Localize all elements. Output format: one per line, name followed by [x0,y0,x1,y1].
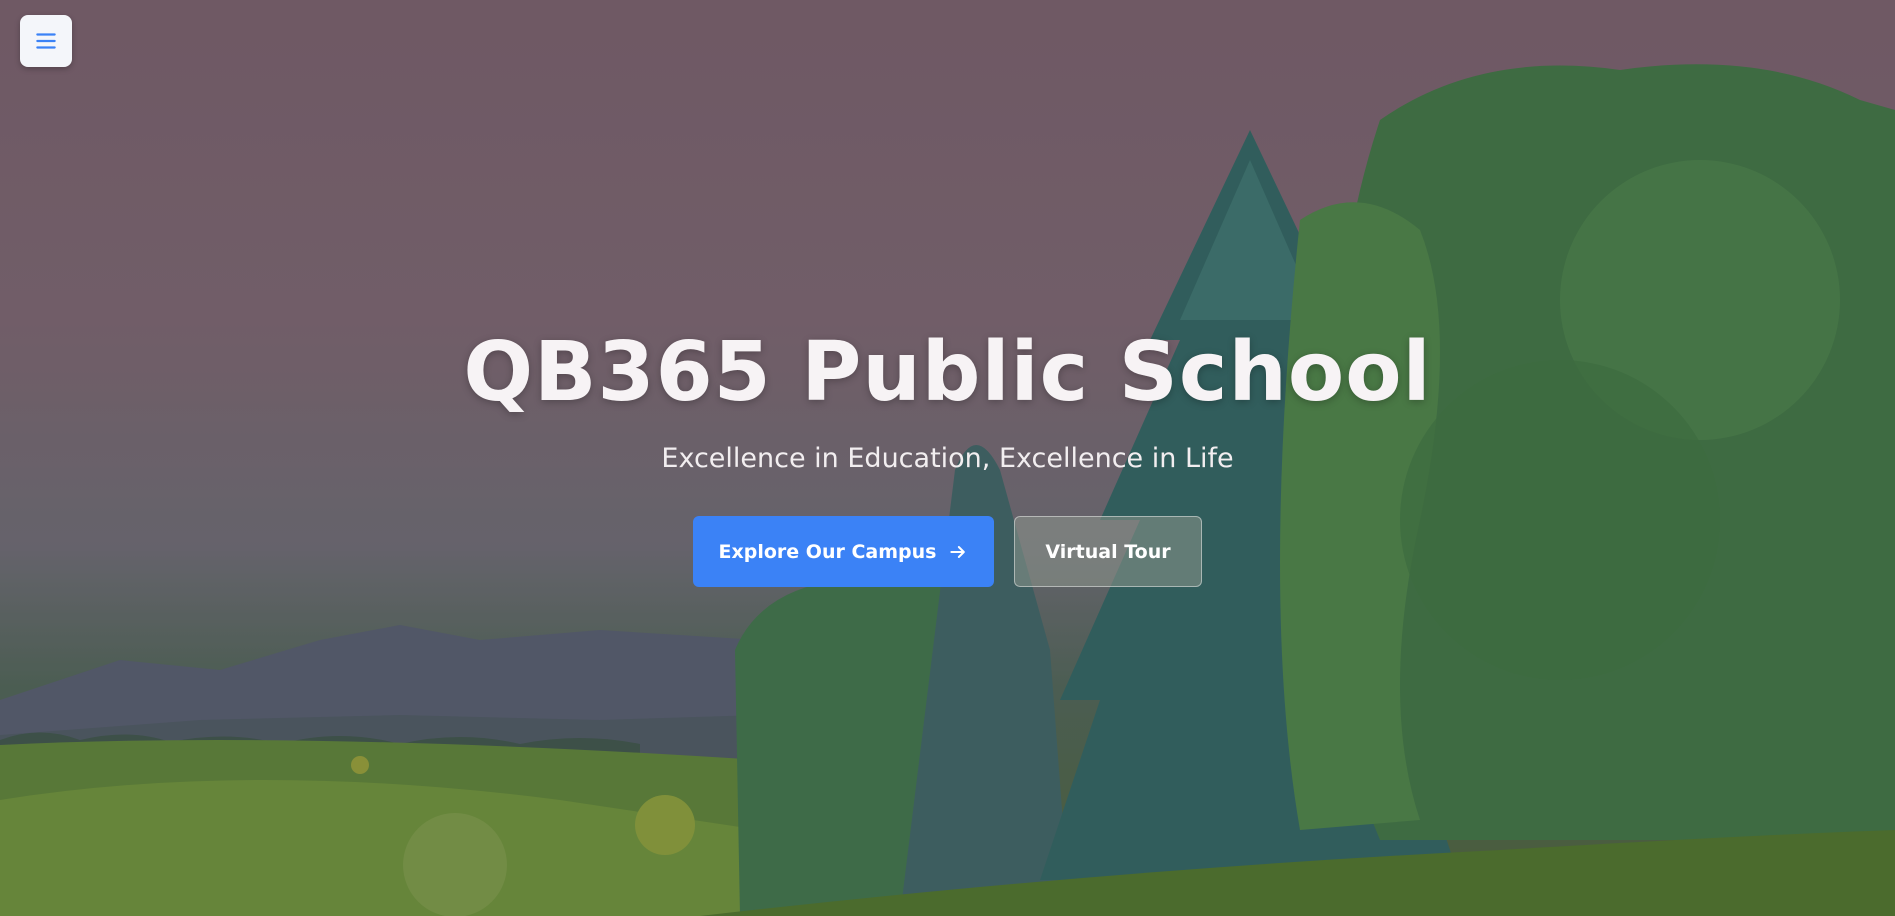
hero-buttons: Explore Our Campus Virtual Tour [0,516,1895,587]
virtual-tour-label: Virtual Tour [1045,540,1171,563]
virtual-tour-button[interactable]: Virtual Tour [1014,516,1202,587]
explore-campus-button[interactable]: Explore Our Campus [693,516,994,587]
arrow-right-icon [948,542,968,562]
hero-content: QB365 Public School Excellence in Educat… [0,318,1895,587]
menu-button[interactable] [20,15,72,67]
page-subtitle: Excellence in Education, Excellence in L… [661,443,1234,474]
hero-section: QB365 Public School Excellence in Educat… [0,0,1895,916]
hamburger-menu-icon [36,33,56,49]
explore-campus-label: Explore Our Campus [718,540,937,563]
page-title: QB365 Public School [463,325,1432,420]
